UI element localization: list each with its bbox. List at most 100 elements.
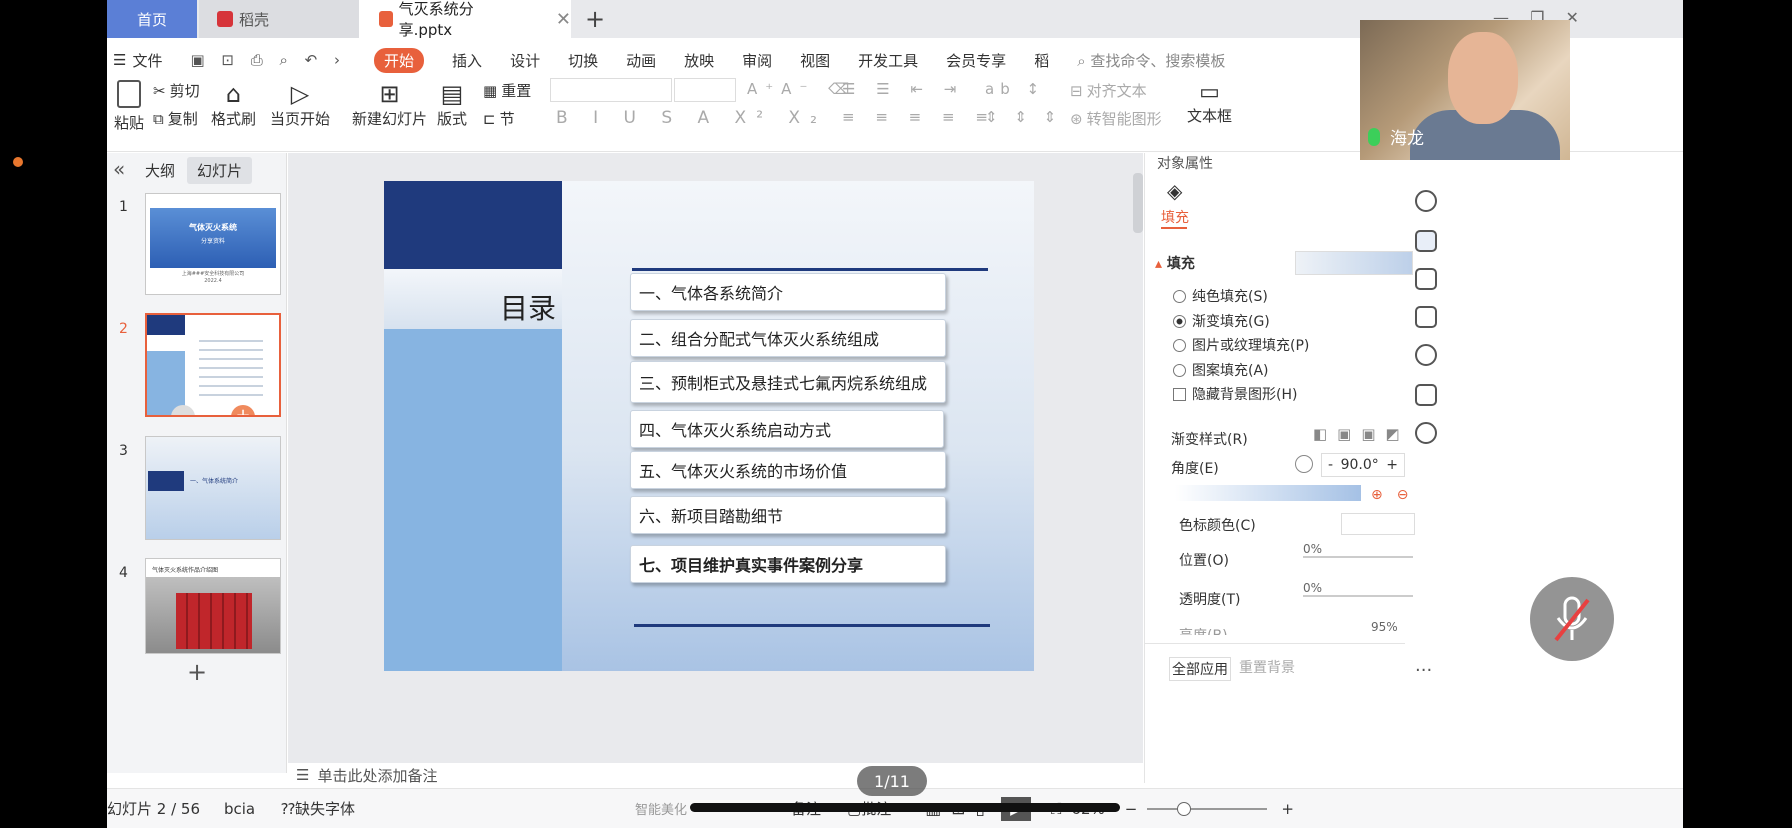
new-tab-button[interactable]: +: [577, 0, 613, 38]
toc-item[interactable]: 五、气体灭火系统的市场价值: [630, 451, 946, 489]
star-icon[interactable]: [1415, 268, 1437, 290]
fill-section[interactable]: ▴ 填充: [1155, 253, 1195, 273]
fill-bucket-icon[interactable]: ◈: [1167, 179, 1182, 203]
radio-gradient-fill[interactable]: 渐变填充(G): [1173, 311, 1270, 331]
reset-button[interactable]: ▦ 重置: [483, 80, 531, 101]
slide-thumb-3[interactable]: 一、气体系统简介: [145, 436, 281, 540]
slide-2[interactable]: 目录 一、气体各系统简介 二、组合分配式气体灭火系统组成 三、预制柜式及悬挂式七…: [384, 181, 1034, 671]
menu-review[interactable]: 审阅: [742, 50, 772, 71]
tab-daoke[interactable]: 稻壳: [199, 0, 359, 38]
textbox-button[interactable]: ▭ 文本框: [1187, 80, 1232, 126]
menu-daoke[interactable]: 稻: [1034, 50, 1049, 71]
menu-slideshow[interactable]: 放映: [684, 50, 714, 71]
collapse-panel-icon[interactable]: «: [113, 157, 125, 181]
slide-thumb-1[interactable]: 气体灭火系统 分享资料 上海###安全科技有限公司 2022.4: [145, 193, 281, 295]
hamburger-icon[interactable]: ☰: [113, 51, 126, 69]
toc-item[interactable]: 二、组合分配式气体灭火系统组成: [630, 319, 946, 357]
rocket-icon[interactable]: [1415, 190, 1437, 212]
help-icon[interactable]: [1415, 344, 1437, 366]
theme-name[interactable]: bcia: [224, 800, 255, 818]
slide-title[interactable]: 目录: [500, 287, 556, 327]
radio-pattern-fill[interactable]: 图案填充(A): [1173, 360, 1269, 380]
decrement-button[interactable]: -: [1328, 457, 1333, 473]
toc-item[interactable]: 四、气体灭火系统启动方式: [630, 410, 944, 448]
gradient-bar[interactable]: [1175, 485, 1361, 501]
canvas-scrollbar[interactable]: [1133, 173, 1143, 233]
new-slide-button[interactable]: ⊞ 新建幻灯片: [352, 80, 427, 129]
toc-item[interactable]: 一、气体各系统简介: [630, 273, 946, 311]
quick-access-icons[interactable]: ▣ ⊡ ⎙ ⌕ ↶ ›: [190, 51, 346, 69]
video-scrubber[interactable]: [690, 803, 1120, 812]
from-current-button[interactable]: ▷ 当页开始: [270, 80, 330, 129]
zoom-slider-thumb[interactable]: [1177, 801, 1192, 816]
menu-start[interactable]: 开始: [374, 47, 425, 73]
menu-transition[interactable]: 切换: [568, 50, 598, 71]
notes-area[interactable]: ☰ 单击此处添加备注: [288, 764, 1143, 786]
close-tab-icon[interactable]: ✕: [556, 9, 571, 30]
angle-stepper[interactable]: -90.0° +: [1321, 453, 1405, 477]
smart-shape-button[interactable]: ⊛ 转智能图形: [1070, 108, 1162, 129]
checkbox-hide-bg[interactable]: 隐藏背景图形(H): [1173, 384, 1297, 404]
command-search[interactable]: ⌕ 查找命令、搜索模板: [1077, 50, 1253, 71]
reset-background-button[interactable]: 重置背景: [1239, 657, 1295, 677]
position-slider[interactable]: [1303, 556, 1413, 558]
line-spacing-buttons[interactable]: ⇕ ⇕ ⇕: [985, 108, 1062, 126]
paragraph-align-buttons[interactable]: ≡ ≡ ≡ ≡ ≡: [842, 108, 996, 126]
play-thumb-icon[interactable]: [171, 405, 195, 415]
zoom-out-button[interactable]: −: [1125, 800, 1138, 818]
radio-picture-fill[interactable]: 图片或纹理填充(P): [1173, 335, 1309, 355]
more-icon[interactable]: ···: [1415, 660, 1432, 681]
format-painter-button[interactable]: ⌂ 格式刷: [211, 80, 256, 129]
apply-all-button[interactable]: 全部应用: [1169, 657, 1231, 681]
tab-home[interactable]: 首页: [107, 0, 197, 38]
top-divider: [632, 268, 988, 271]
properties-icon[interactable]: [1415, 230, 1437, 252]
missing-font-button[interactable]: ⁇缺失字体: [281, 798, 355, 819]
gradient-style-buttons[interactable]: ◧▣▣◩: [1313, 425, 1410, 443]
stop-color-select[interactable]: [1341, 513, 1415, 535]
radio-solid-fill[interactable]: 纯色填充(S): [1173, 286, 1268, 306]
menu-design[interactable]: 设计: [510, 50, 540, 71]
presenter-video[interactable]: 海龙: [1360, 20, 1570, 160]
layout-button[interactable]: ▤ 版式: [437, 80, 467, 129]
toc-item[interactable]: 七、项目维护真实事件案例分享: [630, 545, 946, 583]
lightning-icon[interactable]: [1415, 422, 1437, 444]
list-buttons[interactable]: ☰ ☰ ⇤ ⇥: [842, 80, 964, 98]
section-button[interactable]: ⊏ 节: [483, 108, 515, 129]
transparency-slider[interactable]: [1303, 595, 1413, 597]
tab-slides[interactable]: 幻灯片: [187, 157, 253, 184]
menu-view[interactable]: 视图: [800, 50, 830, 71]
menu-animation[interactable]: 动画: [626, 50, 656, 71]
text-direction-buttons[interactable]: ab ↕: [985, 80, 1045, 98]
cut-button[interactable]: ✂ 剪切: [153, 80, 200, 101]
copy-button[interactable]: ⧉ 复制: [153, 108, 198, 129]
angle-dial-icon[interactable]: [1295, 455, 1313, 473]
slide-thumb-2[interactable]: +: [145, 313, 281, 417]
transform-icon[interactable]: [1415, 306, 1437, 328]
smart-beautify-button[interactable]: 智能美化: [635, 799, 687, 818]
paste-button[interactable]: 粘贴: [107, 80, 151, 133]
tab-fill[interactable]: 填充: [1161, 207, 1189, 227]
fill-color-select[interactable]: [1295, 251, 1413, 275]
slide-thumb-4[interactable]: 气体灭火系统作品介绍图: [145, 558, 281, 654]
menu-member[interactable]: 会员专享: [946, 50, 1006, 71]
zoom-slider[interactable]: [1147, 801, 1268, 816]
font-family-select[interactable]: [550, 78, 672, 102]
tab-pptx-file[interactable]: 气灭系统分享.pptx ✕: [359, 0, 571, 39]
menu-developer[interactable]: 开发工具: [858, 50, 918, 71]
menu-file[interactable]: 文件: [132, 50, 162, 71]
mute-toggle-button[interactable]: [1530, 577, 1614, 661]
align-text-button[interactable]: ⊟ 对齐文本: [1070, 80, 1147, 101]
zoom-in-button[interactable]: +: [1281, 800, 1294, 818]
toc-item[interactable]: 三、预制柜式及悬挂式七氟丙烷系统组成: [630, 361, 946, 403]
font-size-select[interactable]: [674, 78, 736, 102]
image-tools-icon[interactable]: [1415, 384, 1437, 406]
add-slide-icon[interactable]: +: [231, 405, 255, 415]
text-style-buttons[interactable]: B I U S A X² X₂: [556, 108, 827, 128]
tab-outline[interactable]: 大纲: [135, 157, 185, 184]
font-size-controls[interactable]: A⁺A⁻ ⌫: [747, 80, 857, 98]
increment-button[interactable]: +: [1386, 457, 1398, 473]
toc-item[interactable]: 六、新项目踏勘细节: [630, 496, 946, 534]
menu-insert[interactable]: 插入: [452, 50, 482, 71]
add-slide-button[interactable]: +: [187, 658, 207, 686]
